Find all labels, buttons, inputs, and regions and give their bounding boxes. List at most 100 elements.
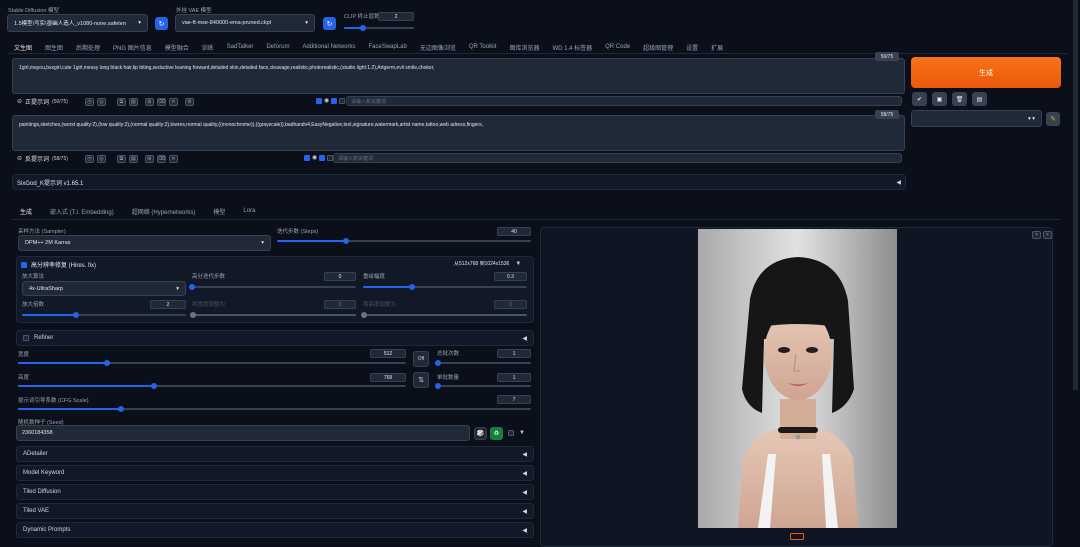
refiner-checkbox[interactable]: [23, 335, 29, 341]
batch-size-slider[interactable]: [435, 383, 531, 389]
close-icon[interactable]: ×: [1043, 231, 1052, 239]
cfg-input[interactable]: 7: [497, 395, 531, 404]
subtab-4[interactable]: Lora: [237, 205, 261, 217]
denoise-input[interactable]: 0.3: [494, 272, 527, 281]
tab-10[interactable]: 无边图像浏览: [414, 41, 462, 53]
tab-11[interactable]: QR Toolkit: [463, 41, 503, 53]
hires-steps-input[interactable]: 0: [324, 272, 356, 281]
toggle-checkbox[interactable]: [304, 154, 310, 161]
steps-slider[interactable]: [277, 238, 531, 244]
resize-width-knob[interactable]: [190, 312, 196, 318]
swap-dimensions-button[interactable]: ⇅: [413, 372, 429, 388]
accordion-dynamic-prompts[interactable]: Dynamic Prompts ◀: [16, 522, 534, 538]
trash-icon[interactable]: ⌫: [156, 154, 166, 163]
bookmark-icon[interactable]: ⊞: [144, 154, 154, 163]
tab-8[interactable]: Additional Networks: [296, 41, 361, 53]
extension-bar[interactable]: SixGod_K提示词 v1.65.1 ◀: [12, 174, 906, 190]
copy-icon[interactable]: ⧉: [116, 154, 126, 163]
subtab-1[interactable]: 嵌入式 (T.I. Embedding): [44, 205, 120, 217]
extra-seed-checkbox[interactable]: [508, 430, 514, 436]
prompt-keyword-input[interactable]: 请输入新关键词: [346, 96, 902, 106]
resize-width-slider[interactable]: [190, 312, 356, 318]
resize-height-knob[interactable]: [361, 312, 367, 318]
accordion-tiled-diffusion[interactable]: Tiled Diffusion ◀: [16, 484, 534, 500]
subtab-3[interactable]: 模型: [207, 205, 231, 217]
tab-14[interactable]: QR Code: [599, 41, 636, 53]
denoise-slider[interactable]: [363, 284, 527, 290]
paste-icon[interactable]: ▤: [128, 154, 138, 163]
batch-count-input[interactable]: 1: [497, 349, 531, 358]
off-button[interactable]: Off: [413, 351, 429, 367]
trash-all-icon[interactable]: ✕: [168, 97, 178, 106]
tab-17[interactable]: 扩展: [705, 41, 729, 53]
steps-number-input[interactable]: 40: [497, 227, 531, 236]
bookmark-icon[interactable]: ⊞: [144, 97, 154, 106]
tab-12[interactable]: 图库浏览器: [503, 41, 545, 53]
batch-count-slider[interactable]: [435, 360, 531, 366]
refresh-model-button[interactable]: ↻: [155, 17, 168, 30]
batch-count-knob[interactable]: [435, 360, 441, 366]
tab-6[interactable]: SadTalker: [221, 41, 260, 53]
collapse-arrow-icon[interactable]: ▼: [515, 261, 521, 267]
tab-0[interactable]: 文生图: [8, 41, 38, 53]
tab-5[interactable]: 训练: [196, 41, 220, 53]
page-scrollbar[interactable]: [1073, 0, 1078, 390]
refresh-vae-button[interactable]: ↻: [323, 17, 336, 30]
accordion-tiled-vae[interactable]: Tiled VAE ◀: [16, 503, 534, 519]
batch-size-knob[interactable]: [435, 383, 441, 389]
hires-steps-slider[interactable]: [189, 284, 356, 290]
upscaler-dropdown[interactable]: 4x-UltraSharp ▾: [22, 281, 186, 296]
history-icon[interactable]: ◷: [84, 97, 94, 106]
cfg-slider[interactable]: [18, 406, 531, 412]
random-seed-button[interactable]: 🎲: [474, 427, 487, 440]
circle-icon[interactable]: ◉: [312, 154, 317, 161]
negative-keyword-input[interactable]: 请输入新关键词: [333, 153, 902, 163]
width-knob[interactable]: [104, 360, 111, 366]
history-icon[interactable]: ◷: [84, 154, 94, 163]
subtab-0[interactable]: 生成: [14, 205, 38, 217]
reuse-seed-button[interactable]: ♻: [490, 427, 503, 440]
paste-icon[interactable]: ▤: [128, 97, 138, 106]
clip-slider[interactable]: [344, 25, 414, 31]
circle-icon[interactable]: ◉: [324, 97, 329, 104]
output-image[interactable]: [698, 229, 897, 528]
clip-number-input[interactable]: 2: [378, 12, 414, 21]
cfg-knob[interactable]: [117, 406, 124, 412]
copy-icon[interactable]: ⧉: [116, 97, 126, 106]
toggle-checkbox[interactable]: [331, 97, 338, 104]
expand-arrow-icon[interactable]: ▼: [519, 430, 525, 436]
generate-button[interactable]: 生成: [911, 57, 1061, 88]
negative-textarea[interactable]: paintings,sketches,(worst quality:2),(lo…: [12, 115, 905, 151]
height-slider[interactable]: [18, 383, 406, 389]
prompt-textarea[interactable]: 1girl,mayou,bsxgirl,cute 1girl,messy lon…: [12, 58, 905, 94]
resize-height-slider[interactable]: [361, 312, 527, 318]
scale-slider[interactable]: [22, 312, 186, 318]
sampler-dropdown[interactable]: DPM++ 2M Karras ▾: [18, 235, 271, 251]
width-input[interactable]: 512: [370, 349, 406, 358]
style-tool-button-3[interactable]: ▤: [972, 92, 987, 106]
scale-input[interactable]: 2: [150, 300, 186, 309]
subtab-2[interactable]: 超网络 (Hypernetworks): [126, 205, 202, 217]
hires-checkbox[interactable]: [21, 261, 27, 268]
accordion-adetailer[interactable]: ADetailer ◀: [16, 446, 534, 462]
tab-4[interactable]: 模型融合: [159, 41, 195, 53]
tab-2[interactable]: 后期处理: [70, 41, 106, 53]
toggle-checkbox[interactable]: [316, 97, 322, 104]
tab-7[interactable]: Deforum: [260, 41, 295, 53]
seed-input[interactable]: 2360184358: [16, 425, 470, 441]
settings-icon[interactable]: ⚙: [184, 97, 194, 106]
accordion-model-keyword[interactable]: Model Keyword ◀: [16, 465, 534, 481]
translate-icon[interactable]: ◎: [96, 97, 106, 106]
model-dropdown[interactable]: 1.5模型\写实\墨幽人造人_v1080-none.safeten ▾: [7, 14, 148, 32]
tab-9[interactable]: FaceSwapLab: [362, 41, 412, 53]
style-tool-button-1[interactable]: ▣: [932, 92, 947, 106]
collapse-icon[interactable]: ⊖: [17, 155, 22, 162]
collapse-icon[interactable]: ⊖: [17, 98, 22, 105]
style-tool-button-2[interactable]: 🗑: [952, 92, 967, 106]
height-knob[interactable]: [150, 383, 157, 389]
style-dropdown[interactable]: ▾ ▾: [911, 110, 1042, 127]
steps-slider-knob[interactable]: [342, 238, 349, 244]
toggle-checkbox[interactable]: [339, 97, 346, 104]
style-tool-button-0[interactable]: ✔: [912, 92, 927, 106]
tab-3[interactable]: PNG 图片信息: [107, 41, 158, 53]
